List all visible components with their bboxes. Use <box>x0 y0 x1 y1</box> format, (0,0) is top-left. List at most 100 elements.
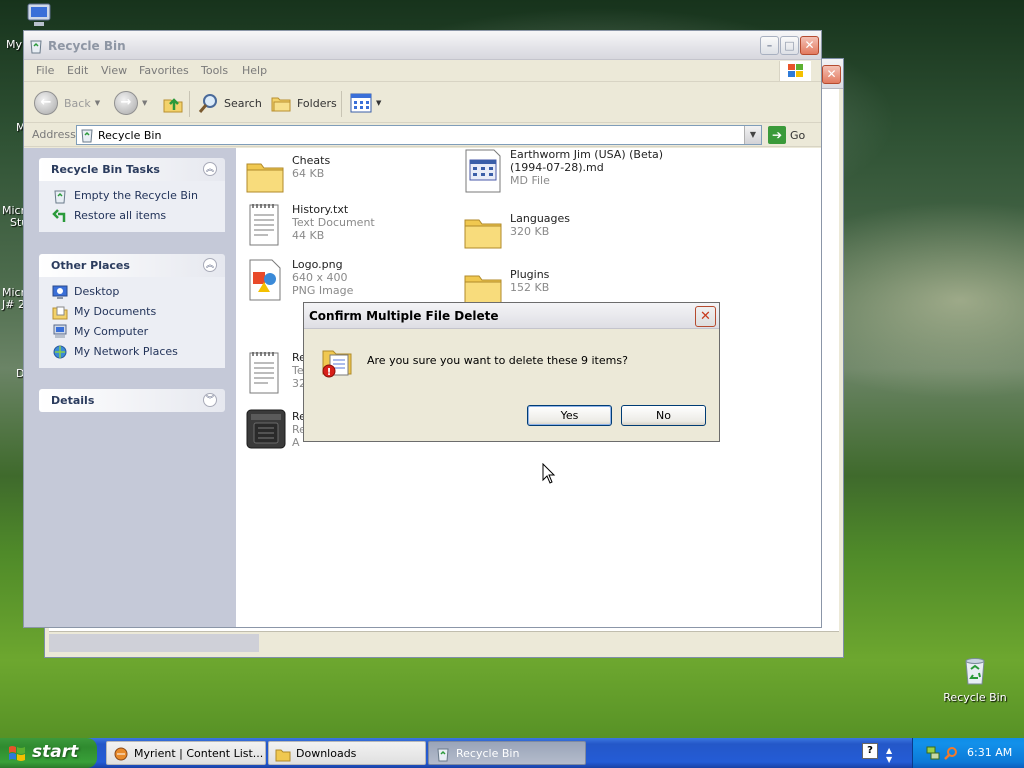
desktop-recycle-bin[interactable]: Recycle Bin <box>940 655 1010 704</box>
file-item-logo-png[interactable]: Logo.png 640 x 400 PNG Image <box>244 258 444 304</box>
show-hidden-icons-chevron-icon[interactable]: ▲ ▼ <box>886 746 892 764</box>
file-type: Te <box>292 364 304 377</box>
search-label: Search <box>224 96 262 110</box>
svg-text:!: ! <box>327 367 332 378</box>
system-tray: 6:31 AM <box>912 738 1024 768</box>
search-tray-icon[interactable] <box>943 745 959 761</box>
file-size: 152 KB <box>510 281 550 294</box>
network-places-icon <box>53 345 67 359</box>
collapse-chevron-icon[interactable]: ︽ <box>203 162 217 176</box>
start-label: start <box>32 742 79 762</box>
file-item-history-txt[interactable]: History.txt Text Document 44 KB <box>244 203 444 249</box>
file-item-cheats[interactable]: Cheats 64 KB <box>244 154 444 200</box>
chevron-down-icon: ▼ <box>749 130 757 139</box>
taskbar-item-downloads[interactable]: Downloads <box>268 741 426 765</box>
menu-help[interactable]: Help <box>242 64 267 77</box>
browser-icon <box>114 747 128 761</box>
panel-title: Other Places <box>51 259 130 272</box>
place-label: My Network Places <box>74 345 178 358</box>
up-folder-button[interactable] <box>162 91 184 115</box>
collapse-chevron-icon[interactable]: ︽ <box>203 258 217 272</box>
file-type: MD File <box>510 174 550 187</box>
desktop-icon <box>52 285 68 299</box>
file-name: Logo.png <box>292 258 343 271</box>
go-button[interactable]: ➔ Go <box>768 125 805 145</box>
place-label: Desktop <box>74 285 120 298</box>
views-button[interactable]: ▼ <box>350 91 381 115</box>
help-icon[interactable]: ? <box>862 743 878 759</box>
forward-button[interactable]: → ▼ <box>114 91 147 115</box>
menu-favorites[interactable]: Favorites <box>139 64 189 77</box>
back-button[interactable]: ← Back ▼ <box>34 91 100 115</box>
recycle-bin-icon <box>81 129 93 143</box>
maximize-icon: □ <box>784 39 795 52</box>
taskbar-item-recycle-bin[interactable]: Recycle Bin <box>428 741 586 765</box>
clock[interactable]: 6:31 AM <box>967 746 1012 759</box>
dropdown-arrow-icon: ▼ <box>376 99 382 107</box>
close-icon: ✕ <box>804 38 815 52</box>
go-arrow-icon: ➔ <box>768 126 786 144</box>
window-titlebar[interactable]: Recycle Bin – □ ✕ <box>24 31 821 60</box>
no-button[interactable]: No <box>621 405 706 426</box>
panel-header[interactable]: Other Places ︽ <box>39 254 225 277</box>
minimize-button[interactable]: – <box>760 36 779 55</box>
file-size: A <box>292 436 300 449</box>
search-button[interactable]: Search <box>198 91 262 115</box>
start-button[interactable]: start <box>0 738 97 768</box>
panel-header[interactable]: Recycle Bin Tasks ︽ <box>39 158 225 181</box>
status-cell <box>49 634 259 652</box>
expand-chevron-icon[interactable]: ︾ <box>203 393 217 407</box>
maximize-button[interactable]: □ <box>780 36 799 55</box>
folders-label: Folders <box>297 96 337 110</box>
panel-header[interactable]: Details ︾ <box>39 389 225 412</box>
png-image-icon <box>249 259 281 301</box>
windows-logo <box>779 61 811 81</box>
desktop-label-fragment: My <box>6 38 23 51</box>
background-window-close-button[interactable]: ✕ <box>822 65 841 84</box>
address-dropdown-button[interactable]: ▼ <box>744 126 761 144</box>
dialog-close-button[interactable]: ✕ <box>695 306 716 327</box>
menu-view[interactable]: View <box>101 64 127 77</box>
place-my-network-places[interactable]: My Network Places <box>39 342 225 362</box>
file-item-earthworm-jim[interactable]: Earthworm Jim (USA) (Beta) (1994-07-28).… <box>462 148 762 200</box>
close-icon: ✕ <box>700 309 711 324</box>
file-size: 64 KB <box>292 167 325 180</box>
other-places-panel: Other Places ︽ Desktop My Documents My C… <box>39 254 225 368</box>
restore-arrow-icon <box>52 209 66 222</box>
file-size: 320 KB <box>510 225 550 238</box>
panel-title: Recycle Bin Tasks <box>51 163 160 176</box>
recycle-bin-icon <box>30 40 42 54</box>
my-computer-icon <box>53 324 67 338</box>
dialog-titlebar[interactable]: Confirm Multiple File Delete ✕ <box>304 303 719 329</box>
task-label: Empty the Recycle Bin <box>74 189 198 202</box>
back-label: Back <box>64 96 91 110</box>
menu-file[interactable]: File <box>36 64 54 77</box>
address-field[interactable]: Recycle Bin ▼ <box>76 125 762 145</box>
file-item-languages[interactable]: Languages 320 KB <box>462 210 662 256</box>
task-label: Restore all items <box>74 209 167 222</box>
recycle-bin-icon <box>437 748 449 762</box>
taskbar-item-myrient[interactable]: Myrient | Content List... <box>106 741 266 765</box>
place-my-documents[interactable]: My Documents <box>39 302 225 322</box>
folders-icon <box>271 97 291 112</box>
recycle-bin-icon <box>54 190 66 204</box>
confirm-delete-dialog[interactable]: Confirm Multiple File Delete ✕ ! Are you… <box>303 302 720 442</box>
my-computer-desktop-icon[interactable] <box>24 2 54 30</box>
task-empty-recycle-bin[interactable]: Empty the Recycle Bin <box>39 186 225 206</box>
text-document-icon <box>249 204 279 246</box>
task-restore-all-items[interactable]: Restore all items <box>39 206 225 226</box>
panel-body: Empty the Recycle Bin Restore all items <box>39 181 225 232</box>
close-button[interactable]: ✕ <box>800 36 819 55</box>
place-my-computer[interactable]: My Computer <box>39 322 225 342</box>
folders-button[interactable]: Folders <box>270 91 337 115</box>
yes-button[interactable]: Yes <box>527 405 612 426</box>
file-type: PNG Image <box>292 284 354 297</box>
forward-arrow-icon: → <box>114 91 138 115</box>
dropdown-arrow-icon: ▼ <box>142 99 148 107</box>
menu-edit[interactable]: Edit <box>67 64 88 77</box>
place-desktop[interactable]: Desktop <box>39 282 225 302</box>
network-icon[interactable] <box>925 745 941 761</box>
back-arrow-icon: ← <box>34 91 58 115</box>
menu-tools[interactable]: Tools <box>201 64 228 77</box>
image-dimensions: 640 x 400 <box>292 271 348 284</box>
